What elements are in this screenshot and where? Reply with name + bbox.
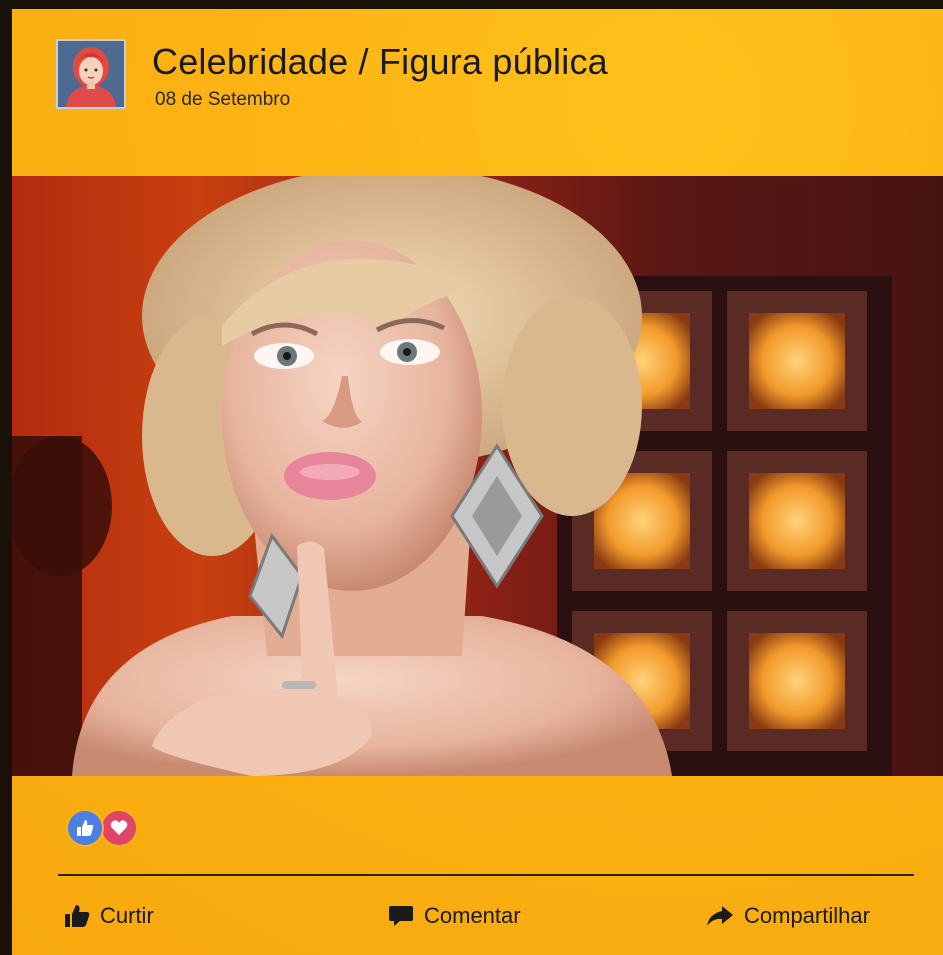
post-photo[interactable] [12,176,943,776]
comment-label: Comentar [424,903,521,928]
post-card: Celebridade / Figura pública 08 de Setem… [0,0,943,955]
comment-icon [388,904,414,928]
share-arrow-icon [706,904,734,928]
comment-button[interactable]: Comentar [388,901,521,931]
thumbs-up-icon [77,820,94,836]
thumbs-up-icon [64,904,90,928]
post-date[interactable]: 08 de Setembro [155,89,290,111]
avatar[interactable] [56,39,126,109]
woman-avatar-icon [58,41,124,107]
page-title[interactable]: Celebridade / Figura pública [152,41,608,83]
love-reaction-icon[interactable] [100,809,138,847]
like-label: Curtir [100,903,154,928]
share-label: Compartilhar [744,903,870,928]
divider [58,874,914,876]
share-button[interactable]: Compartilhar [706,901,870,931]
like-button[interactable]: Curtir [64,901,154,931]
like-reaction-icon[interactable] [66,809,104,847]
heart-icon [110,820,128,835]
post-image [12,176,892,776]
